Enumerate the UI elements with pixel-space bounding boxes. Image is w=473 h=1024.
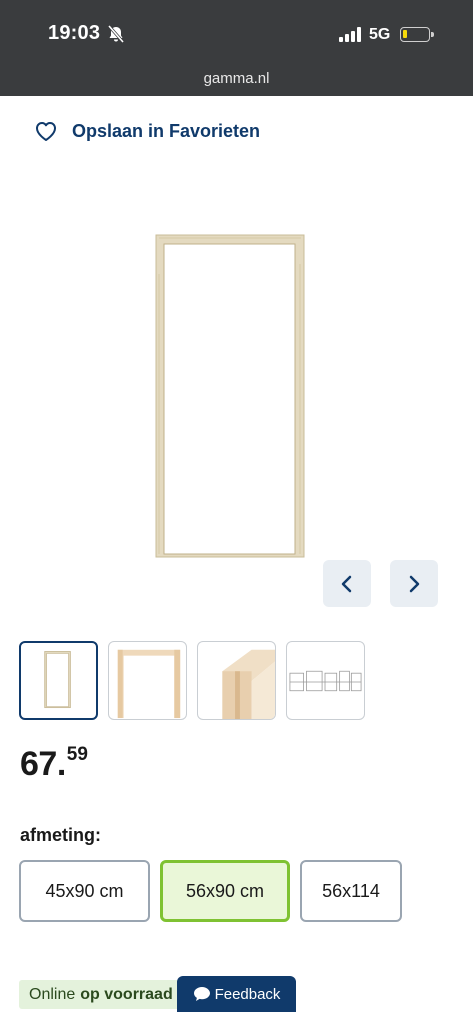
address-bar[interactable]: gamma.nl bbox=[0, 70, 473, 87]
feedback-button[interactable]: Feedback bbox=[177, 976, 296, 1012]
product-price: 67.59 bbox=[20, 744, 88, 784]
size-option-56x90-selected[interactable]: 56x90 cm bbox=[160, 860, 290, 922]
thumbnail-door-frame-detail bbox=[222, 649, 275, 719]
cellular-signal-icon bbox=[339, 26, 363, 42]
stock-status: op voorraad bbox=[80, 985, 173, 1003]
chevron-right-icon bbox=[409, 575, 420, 592]
stock-badge: Online op voorraad bbox=[19, 980, 183, 1009]
chat-bubble-icon bbox=[193, 987, 210, 1001]
size-option-45x90[interactable]: 45x90 cm bbox=[19, 860, 150, 922]
size-option-56x114[interactable]: 56x114 bbox=[300, 860, 402, 922]
chevron-left-icon bbox=[341, 575, 352, 592]
thumbnail-door-frame-angle bbox=[117, 649, 181, 719]
price-integer: 67. bbox=[20, 745, 66, 783]
thumbnail-4[interactable] bbox=[286, 641, 365, 720]
stock-prefix: Online bbox=[29, 985, 76, 1003]
thumbnail-door-frame-front bbox=[44, 651, 71, 709]
feedback-label: Feedback bbox=[214, 985, 281, 1003]
battery-low-icon bbox=[400, 27, 434, 42]
price-decimal: 59 bbox=[66, 744, 88, 765]
thumbnail-technical-drawing bbox=[289, 670, 362, 692]
thumbnail-3[interactable] bbox=[197, 641, 276, 720]
status-bar: 19:03 5G gamma.nl bbox=[0, 0, 473, 96]
status-time: 19:03 bbox=[48, 22, 101, 44]
size-label: afmeting: bbox=[20, 825, 101, 845]
save-favorite-button[interactable]: Opslaan in Favorieten bbox=[34, 120, 260, 142]
heart-outline-icon bbox=[36, 122, 56, 141]
bell-slash-icon bbox=[107, 25, 125, 43]
thumbnail-strip bbox=[19, 641, 365, 720]
product-image-door-frame bbox=[155, 234, 305, 558]
save-favorite-label: Opslaan in Favorieten bbox=[72, 120, 261, 141]
network-label: 5G bbox=[369, 26, 391, 43]
thumbnail-1[interactable] bbox=[19, 641, 98, 720]
thumbnail-2[interactable] bbox=[108, 641, 187, 720]
gallery-next-button[interactable] bbox=[390, 560, 438, 607]
gallery-prev-button[interactable] bbox=[323, 560, 371, 607]
